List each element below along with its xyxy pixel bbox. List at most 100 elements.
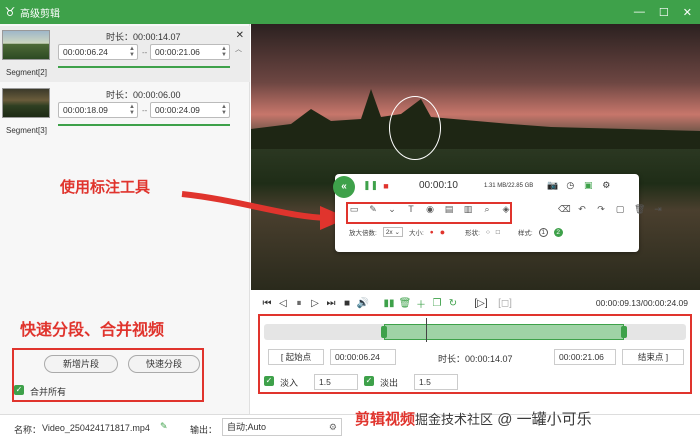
fade-out-label: 淡出 [380,378,399,388]
segment-duration: 时长：00:00:06.00 [106,90,181,100]
new-segment-button[interactable]: 新增片段 [44,355,118,373]
output-select[interactable]: 自动;Auto ⚙ [222,418,342,436]
segment-item[interactable]: Segment[2] 时长：00:00:14.07 00:00:06.24 ▲ ▼ … [0,26,250,82]
style-option-1[interactable]: 1 [538,227,548,237]
fade-out-checkbox[interactable]: ✓ [364,376,374,386]
tree-silhouette [251,89,700,149]
pause-icon[interactable]: ❚❚ [363,180,378,191]
merge-all-checkbox[interactable]: ✓ [14,385,24,395]
mark-in-icon[interactable]: [▷] [473,298,489,309]
camera-icon[interactable]: 📷 [547,180,558,191]
segment-progress [58,66,230,68]
name-label: 名称： [14,425,42,435]
stop-icon[interactable]: ■ [381,181,391,191]
copy-icon[interactable]: ❐ [429,298,445,309]
collapse-toolbar-button[interactable]: « [333,176,355,198]
pause-button[interactable]: ⏸ [291,298,307,309]
next-frame-icon[interactable]: ▷ [307,298,323,309]
goto-start-icon[interactable]: ⏮ [259,298,275,309]
playhead[interactable] [426,318,427,342]
size-small-dot[interactable]: ● [430,229,434,236]
prev-frame-icon[interactable]: ◁ [275,298,291,309]
volume-icon[interactable]: 🔊 [355,298,371,309]
style-label: 样式: [517,230,533,237]
range-separator: -- [142,48,148,57]
split-icon[interactable]: ▮▮ [381,298,397,309]
end-handle[interactable] [621,326,627,338]
playback-controls: ⏮ ◁ ⏸ ▷ ⏭ ■ 🔊 ▮▮ 🗑 ＋ ❐ ↻ [▷] [◻] 00:00:0… [251,292,700,314]
output-label: 输出： [190,425,218,435]
bottom-bar: 名称： Video_250424171817.mp4 ✎ 输出： 自动;Auto… [0,414,700,448]
timeline-selection[interactable] [384,324,624,340]
split-annotation: 快速分段、合并视频 [20,322,165,339]
segment-thumbnail [2,30,50,60]
close-button[interactable]: ✕ [683,6,692,19]
start-time-input[interactable]: 00:00:06.24 [330,349,396,365]
gear-icon[interactable]: ⚙ [601,180,611,191]
tool-annotation: 使用标注工具 [60,179,151,196]
end-time-input[interactable]: 00:00:21.06 [554,349,616,365]
segment-thumbnail [2,88,50,118]
style-option-2[interactable]: 2 [553,227,563,237]
minimize-button[interactable]: — [634,6,645,18]
circle-shape-icon[interactable]: ○ [486,229,490,236]
size-large-dot[interactable]: ● [440,227,445,237]
segment-start-input[interactable]: 00:00:18.09 ▲ ▼ [58,102,138,118]
eraser-icon[interactable]: ⌫ [558,204,571,215]
window-title: 高级剪辑 [20,8,60,20]
start-handle[interactable] [381,326,387,338]
merge-all-label: 合并所有 [30,387,67,397]
fade-out-input[interactable]: 1.5 [414,374,458,390]
redo-icon[interactable]: ↷ [596,204,606,215]
title-bar: ♉ 高级剪辑 — ☐ ✕ [0,0,700,24]
segment-label: Segment[3] [6,126,47,135]
exit-icon[interactable]: ⇥ [653,204,663,215]
fade-in-checkbox[interactable]: ✓ [264,376,274,386]
app-logo-icon: ♉ [4,5,16,19]
fade-in-input[interactable]: 1.5 [314,374,358,390]
move-up-icon[interactable]: ︿ [235,44,242,54]
shape-label: 形状: [465,230,480,237]
range-duration: 时长：00:00:14.07 [438,354,513,364]
playback-time: 00:00:09.13/00:00:24.09 [595,298,688,308]
magnify-select[interactable]: 2x ⌄ [382,227,403,237]
segment-start-input[interactable]: 00:00:06.24 ▲ ▼ [58,44,138,60]
gear-icon[interactable]: ⚙ [329,419,337,435]
timeline-track[interactable] [264,318,686,342]
clock-icon[interactable]: ◷ [565,180,575,191]
segment-progress [58,124,230,126]
file-name: Video_250424171817.mp4 [42,423,150,433]
record-size: 1.31 MB/22.85 GB [483,182,534,189]
segment-duration: 时长：00:00:14.07 [106,32,181,42]
stop-button[interactable]: ■ [339,298,355,309]
arrow-icon [181,191,348,230]
watermark: 剪辑视频掘金技术社区 @ 一罐小可乐 [355,411,592,428]
goto-end-icon[interactable]: ⏭ [323,298,339,309]
magnify-label: 放大倍数: [349,230,377,237]
maximize-button[interactable]: ☐ [659,6,669,19]
size-label: 大小: [408,230,424,237]
set-end-button[interactable]: 结束点 ] [622,349,684,365]
segment-end-input[interactable]: 00:00:21.06 ▲ ▼ [150,44,230,60]
delete-segment-icon[interactable]: ✕ [236,30,244,41]
record-time: 00:00:10 [419,180,458,191]
quick-split-button[interactable]: 快速分段 [128,355,200,373]
toolbox-icon[interactable]: ▣ [583,180,593,191]
segment-item[interactable]: Segment[3] 时长：00:00:06.00 00:00:18.09 ▲ ▼ … [0,84,250,140]
reset-icon[interactable]: ↻ [445,298,461,309]
set-start-button[interactable]: [ 起始点 [268,349,324,365]
segment-end-input[interactable]: 00:00:24.09 ▲ ▼ [150,102,230,118]
add-icon[interactable]: ＋ [413,296,429,311]
mark-out-icon[interactable]: [◻] [497,298,513,309]
edit-name-icon[interactable]: ✎ [160,421,168,432]
trash-icon[interactable]: 🗑 [634,204,645,215]
fade-in-label: 淡入 [280,378,299,388]
delete-icon[interactable]: 🗑 [397,298,413,309]
toolbar-highlight-box [346,202,512,224]
undo-icon[interactable]: ↶ [577,204,587,215]
magnifier-circle [389,96,441,160]
save-icon[interactable]: ▢ [615,204,625,215]
range-separator: -- [142,106,148,115]
segment-label: Segment[2] [6,68,47,77]
square-shape-icon[interactable]: □ [496,229,500,236]
